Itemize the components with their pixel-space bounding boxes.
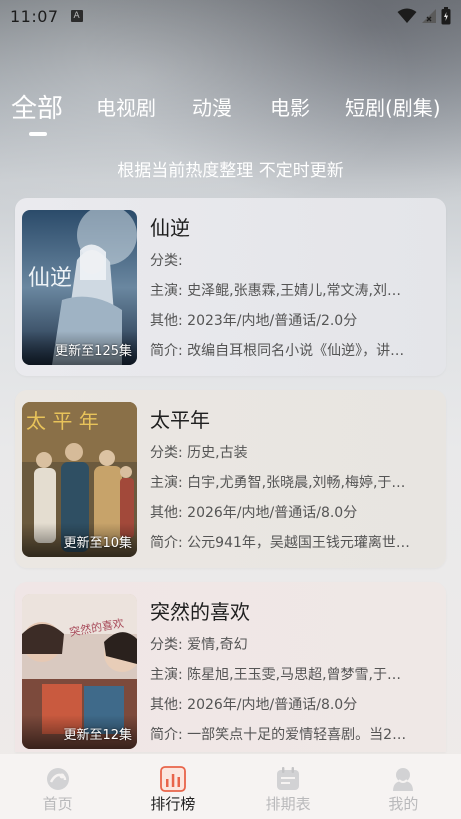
poster-title-text: 仙逆: [28, 266, 72, 291]
status-bar: 11:07 A: [0, 0, 461, 32]
list-item[interactable]: 太 平 年 更新至10集 太平年 分类: 历史,古装 主演: 白宇,尤勇智,张晓…: [15, 390, 446, 568]
status-icons: [397, 7, 451, 25]
episode-badge: 更新至125集: [55, 344, 132, 359]
list-item[interactable]: 突然的喜欢 更新至12集 突然的喜欢 分类: 爱情,奇幻 主演: 陈星旭,王玉雯…: [15, 582, 446, 752]
home-icon: [46, 768, 69, 790]
item-title[interactable]: 突然的喜欢: [150, 596, 440, 625]
item-other: 其他: 2023年/内地/普通话/2.0分: [150, 313, 358, 329]
ranking-list: 仙逆 更新至125集 仙逆 分类: 主演: 史泽鲲,张惠霖,王婧儿,常文涛,刘……: [15, 198, 446, 766]
episode-badge: 更新至10集: [63, 536, 132, 551]
tab-movie[interactable]: 电影: [270, 92, 310, 121]
list-item[interactable]: 仙逆 更新至125集 仙逆 分类: 主演: 史泽鲲,张惠霖,王婧儿,常文涛,刘……: [15, 198, 446, 376]
item-info: 仙逆 分类: 主演: 史泽鲲,张惠霖,王婧儿,常文涛,刘… 其他: 2023年/…: [150, 212, 440, 371]
tab-all[interactable]: 全部: [11, 88, 63, 125]
active-tab-indicator: [29, 132, 47, 136]
item-other: 其他: 2026年/内地/普通话/8.0分: [150, 697, 358, 713]
category-tabs: 全部 电视剧 动漫 电影 短剧(剧集): [0, 92, 461, 140]
item-intro: 简介: 改编自耳根同名小说《仙逆》，讲…: [150, 343, 405, 359]
item-cast: 主演: 陈星旭,王玉雯,马思超,曾梦雪,于…: [150, 667, 401, 683]
item-intro: 简介: 一部笑点十足的爱情轻喜剧。当2…: [150, 727, 407, 743]
item-category: 分类: 历史,古装: [150, 445, 248, 461]
bottom-nav: 首页 排行榜 排期表 我的: [0, 754, 461, 819]
ranking-icon: [159, 766, 186, 792]
nav-schedule[interactable]: 排期表: [231, 754, 346, 819]
item-cast: 主演: 白宇,尤勇智,张晓晨,刘畅,梅婷,于…: [150, 475, 406, 491]
item-title[interactable]: 太平年: [150, 404, 440, 433]
nav-home[interactable]: 首页: [0, 754, 115, 819]
item-title[interactable]: 仙逆: [150, 212, 440, 241]
poster-image[interactable]: 突然的喜欢 更新至12集: [22, 594, 137, 749]
ranking-subtitle: 根据当前热度整理 不定时更新: [117, 161, 344, 181]
nav-profile[interactable]: 我的: [346, 754, 461, 819]
nav-ranking[interactable]: 排行榜: [115, 754, 230, 819]
nav-schedule-label: 排期表: [265, 795, 311, 813]
signal-icon: [422, 9, 436, 23]
episode-badge: 更新至12集: [63, 728, 132, 743]
item-intro: 简介: 公元941年，吴越国王钱元瓘离世…: [150, 535, 410, 551]
poster-image[interactable]: 太 平 年 更新至10集: [22, 402, 137, 557]
nav-profile-label: 我的: [388, 795, 419, 813]
item-category: 分类:: [150, 253, 183, 269]
item-category: 分类: 爱情,奇幻: [150, 637, 248, 653]
tab-anime[interactable]: 动漫: [192, 92, 232, 121]
battery-icon: [441, 7, 451, 25]
item-other: 其他: 2026年/内地/普通话/8.0分: [150, 505, 358, 521]
schedule-icon: [277, 767, 300, 790]
tab-short-drama[interactable]: 短剧(剧集): [345, 92, 441, 121]
poster-image[interactable]: 仙逆 更新至125集: [22, 210, 137, 365]
notification-badge-icon: A: [70, 10, 83, 22]
wifi-icon: [397, 8, 417, 23]
item-info: 突然的喜欢 分类: 爱情,奇幻 主演: 陈星旭,王玉雯,马思超,曾梦雪,于… 其…: [150, 596, 440, 755]
nav-home-label: 首页: [42, 795, 73, 813]
item-info: 太平年 分类: 历史,古装 主演: 白宇,尤勇智,张晓晨,刘畅,梅婷,于… 其他…: [150, 404, 440, 563]
poster-title-text: 太 平 年: [26, 409, 99, 433]
profile-icon: [393, 768, 414, 791]
status-time: 11:07: [10, 6, 59, 26]
tab-tv-series[interactable]: 电视剧: [96, 92, 156, 121]
item-cast: 主演: 史泽鲲,张惠霖,王婧儿,常文涛,刘…: [150, 283, 401, 299]
nav-ranking-label: 排行榜: [150, 795, 196, 813]
